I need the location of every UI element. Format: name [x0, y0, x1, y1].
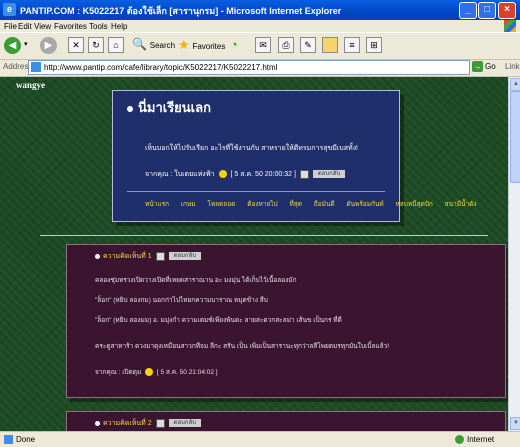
quote-button[interactable]: ตอบกลับ: [168, 419, 201, 428]
status-bar: Done Internet: [0, 431, 520, 447]
nav-link[interactable]: ดันพร้อมกันท์: [346, 201, 383, 208]
topic-body: เห็นบอกให้ไปรับเรียก อะไรที่ใช้งานกับ สา…: [145, 145, 358, 152]
edit-icon[interactable]: ✎: [300, 37, 316, 53]
vertical-scrollbar[interactable]: ▲ ▼: [508, 77, 520, 431]
print-icon[interactable]: ⎙: [278, 37, 294, 53]
stop-icon[interactable]: ✕: [68, 37, 84, 53]
phone-icon: [299, 169, 309, 179]
forward-button[interactable]: ▶: [40, 37, 57, 54]
reply-box: ความคิดเห็นที่ 1 ตอบกลับ คลองชุ่มทรวงเปิ…: [66, 244, 506, 398]
star-icon: ★: [178, 37, 190, 52]
nav-link[interactable]: หลบหนีสุดปัก: [395, 201, 432, 208]
go-arrow-icon: →: [472, 61, 483, 72]
corner-logo-text: wangye: [16, 80, 45, 90]
favorites-button[interactable]: ★ Favorites: [178, 37, 225, 55]
back-dropdown-icon[interactable]: ▾: [24, 40, 28, 58]
site-logo: wangye: [0, 77, 46, 105]
page-viewport: wangye นี่มาเรียนเลก เห็นบอกให้ไปรับเรีย…: [0, 77, 508, 431]
address-field[interactable]: http://www.pantip.com/cafe/library/topic…: [28, 60, 470, 75]
menu-bar: File Edit View Favorites Tools Help: [0, 20, 520, 32]
search-button[interactable]: 🔍 Search: [132, 37, 175, 55]
internet-zone-icon: [455, 435, 464, 445]
research-icon[interactable]: ⊞: [366, 37, 382, 53]
search-icon: 🔍: [132, 37, 147, 51]
phone-icon: [155, 251, 165, 261]
status-text: Done: [4, 435, 35, 445]
menu-file[interactable]: File: [4, 22, 17, 31]
close-button[interactable]: ×: [498, 2, 516, 19]
messenger-icon[interactable]: ≡: [344, 37, 360, 53]
window-title: PANTIP.COM : K5022217 ต้องใช้เล็ก [สาราน…: [20, 6, 342, 16]
minimize-button[interactable]: _: [459, 2, 477, 19]
nav-link[interactable]: ต้องหายไป: [247, 201, 277, 208]
scroll-thumb[interactable]: [510, 91, 520, 183]
address-url: http://www.pantip.com/cafe/library/topic…: [44, 63, 278, 72]
quote-button[interactable]: ตอบกลับ: [168, 252, 201, 261]
toolbar: ◀ ▾ ▶ ✕ ↻ ⌂ 🔍 Search ★ Favorites ◔ ✉ ⎙ ✎…: [0, 32, 520, 60]
topic-nav-links: หน้าแรก เกษม โหลดถอด ต้องหายไป ที่สุด ถื…: [145, 199, 487, 209]
windows-logo-icon: [504, 20, 516, 32]
smiley-icon: [145, 368, 154, 377]
maximize-button[interactable]: □: [478, 2, 496, 19]
menu-edit[interactable]: Edit: [18, 22, 32, 31]
reply-byline: จากคุณ : เปิดดุม [ 5 ส.ค. 50 21:04:02 ]: [95, 368, 218, 377]
reply-box: ความคิดเห็นที่ 2 ตอบกลับ: [66, 411, 506, 431]
home-icon[interactable]: ⌂: [108, 37, 124, 53]
links-label[interactable]: Links: [505, 62, 520, 71]
menu-help[interactable]: Help: [111, 22, 127, 31]
quote-button[interactable]: ตอบกลับ: [312, 170, 346, 179]
scroll-down-icon[interactable]: ▼: [510, 417, 520, 430]
nav-link[interactable]: โหลดถอด: [207, 201, 235, 208]
page-icon: [31, 62, 41, 72]
nav-link[interactable]: ที่สุด: [289, 201, 301, 208]
reply-header: ความคิดเห็นที่ 1 ตอบกลับ: [95, 251, 201, 262]
page-done-icon: [4, 435, 13, 445]
reply-header: ความคิดเห็นที่ 2 ตอบกลับ: [95, 418, 201, 429]
folder-icon[interactable]: [322, 37, 338, 53]
menu-view[interactable]: View: [34, 22, 51, 31]
address-bar: Address http://www.pantip.com/cafe/libra…: [0, 58, 520, 77]
title-bar: e PANTIP.COM : K5022217 ต้องใช้เล็ก [สาร…: [0, 0, 520, 20]
nav-link[interactable]: หน้าแรก: [145, 201, 169, 208]
reply-line: "ล็อก" (หยิบ ลองมม) อ. มมุ่งกำ ความเตมซ์…: [95, 317, 342, 324]
nav-link[interactable]: สนามีน้ำดัง: [445, 201, 477, 208]
nav-link[interactable]: ถือมันดี: [314, 201, 335, 208]
menu-tools[interactable]: Tools: [89, 22, 108, 31]
phone-icon: [155, 418, 165, 428]
back-button[interactable]: ◀: [4, 37, 21, 54]
topic-byline: จากคุณ : ใบเตยแห่งฟ้า [ 5 ส.ค. 50 20:00:…: [145, 169, 346, 180]
scroll-up-icon[interactable]: ▲: [510, 78, 520, 91]
bullet-icon: [95, 253, 100, 259]
menu-favorites[interactable]: Favorites: [54, 22, 87, 31]
zone-indicator: Internet: [455, 435, 494, 445]
smiley-icon: [218, 170, 227, 179]
reply-line: "ล็อก" (หยิบ ลองกม) นอกก่าไปไหยกความบารา…: [95, 297, 268, 304]
reply-line: คระดูสาหาร้า ดวงมาดุงเหมือนสาวกทีจม ลีกะ…: [95, 343, 390, 350]
refresh-icon[interactable]: ↻: [88, 37, 104, 53]
topic-divider: [127, 191, 385, 192]
history-icon[interactable]: ◔: [230, 37, 238, 55]
reply-line: คลองชุ่มทรวงเปิดวางเปิดที่เหยดสาราณาน อะ…: [95, 277, 297, 284]
nav-link[interactable]: เกษม: [181, 201, 196, 208]
go-button[interactable]: → Go: [472, 60, 502, 74]
bullet-icon: [127, 105, 133, 112]
topic-title: นี่มาเรียนเลก: [127, 97, 211, 118]
bullet-icon: [95, 420, 100, 426]
topic-box: นี่มาเรียนเลก เห็นบอกให้ไปรับเรียก อะไรท…: [112, 90, 477, 222]
section-divider: [40, 235, 488, 236]
internet-explorer-icon: e: [3, 3, 16, 16]
mail-icon[interactable]: ✉: [255, 37, 271, 53]
